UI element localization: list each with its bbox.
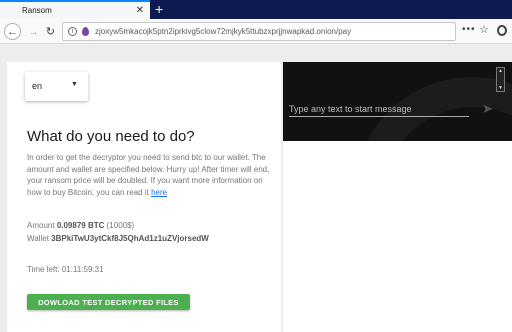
send-icon[interactable]: ➤	[482, 101, 493, 117]
wallet-address[interactable]: 3BPkiTwU3ytCkf8J5QhAd1z1uZVjorsedW	[51, 234, 209, 243]
wallet-label: Wallet	[27, 234, 49, 243]
time-left-label: Time left:	[27, 265, 60, 274]
download-test-files-button[interactable]: DOWLOAD TEST DECRYPTED FILES	[27, 294, 190, 310]
amount-line: Amount 0.09879 BTC (1000$)	[27, 221, 134, 230]
navigation-bar: ← → ↻ i zjoxyw5mkacojk5ptn2iprkivg5clow7…	[0, 19, 512, 44]
scroll-down-icon[interactable]: ▼	[498, 85, 503, 91]
ransom-panel: en ▼ What do you need to do? In order to…	[7, 62, 281, 332]
instructions-body: In order to get the decryptor you need t…	[27, 153, 270, 197]
chat-panel: ▲ ▼ ➤	[283, 62, 512, 141]
browser-titlebar: Ransom ✕ +	[0, 0, 512, 19]
info-icon[interactable]: i	[68, 27, 77, 36]
url-text[interactable]: zjoxyw5mkacojk5ptn2iprkivg5clow72mjkyk5t…	[95, 27, 351, 36]
time-left-value: 01:11:59:31	[61, 265, 104, 274]
back-arrow-icon[interactable]: ←	[4, 23, 21, 40]
chevron-down-icon: ▼	[71, 81, 78, 88]
chat-message-input[interactable]	[289, 101, 469, 117]
star-icon[interactable]: ☆	[479, 23, 489, 36]
extension-icon[interactable]	[497, 25, 507, 36]
instructions-text: In order to get the decryptor you need t…	[27, 152, 272, 198]
page-title: What do you need to do?	[27, 128, 195, 145]
scroll-up-icon[interactable]: ▲	[498, 68, 503, 74]
wallet-line: Wallet 3BPkiTwU3ytCkf8J5QhAd1z1uZVjorsed…	[27, 234, 209, 243]
chat-input-wrapper	[289, 99, 469, 117]
close-icon[interactable]: ✕	[136, 5, 144, 17]
url-bar[interactable]: i zjoxyw5mkacojk5ptn2iprkivg5clow72mjkyk…	[62, 22, 456, 41]
language-select[interactable]: en ▼	[25, 72, 88, 101]
chat-messages-area	[283, 141, 512, 332]
chat-scrollbar[interactable]: ▲ ▼	[496, 67, 505, 92]
bitcoin-help-link[interactable]: here	[151, 188, 167, 197]
amount-btc: 0.09879 BTC	[56, 221, 105, 230]
language-value: en	[32, 81, 43, 91]
amount-label: Amount	[27, 221, 55, 230]
more-icon[interactable]: •••	[462, 24, 476, 35]
countdown: Time left: 01:11:59:31	[27, 265, 104, 274]
tab-title: Ransom	[22, 6, 52, 15]
browser-tab[interactable]: Ransom ✕	[0, 0, 150, 19]
onion-icon	[82, 27, 89, 36]
new-tab-icon[interactable]: +	[155, 1, 163, 17]
forward-arrow-icon[interactable]: →	[25, 23, 42, 40]
amount-usd: (1000$)	[106, 221, 135, 230]
reload-icon[interactable]: ↻	[42, 23, 59, 40]
